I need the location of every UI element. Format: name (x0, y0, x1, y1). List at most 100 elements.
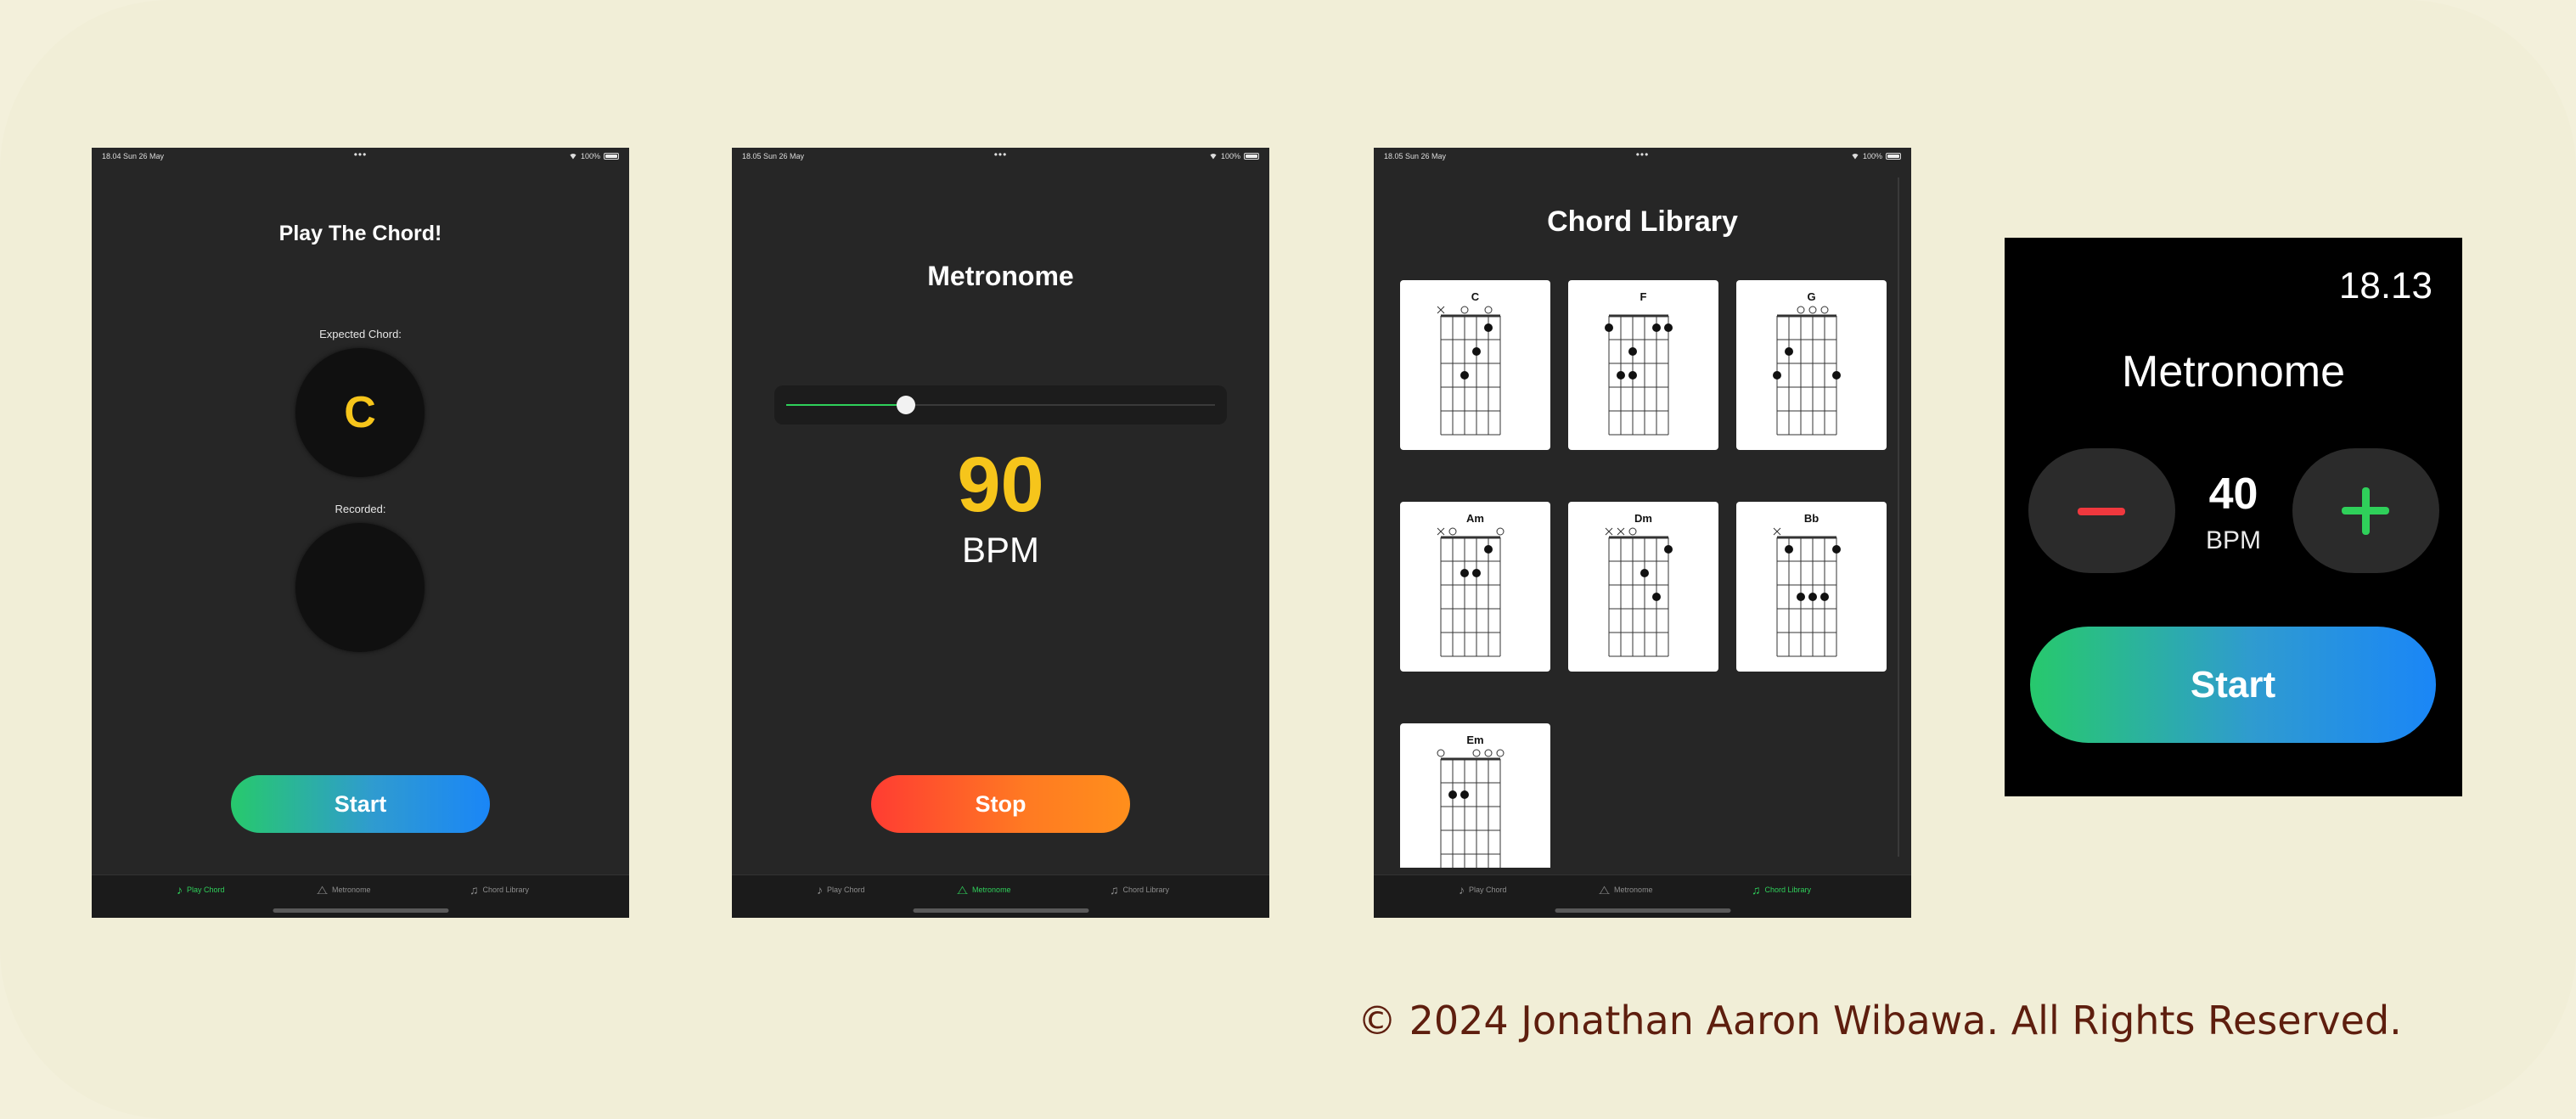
multitask-dots[interactable]: ••• (994, 149, 1008, 160)
bpm-slider-fill (786, 404, 907, 406)
status-right: 100% (1209, 152, 1259, 160)
tab-label: Chord Library (1764, 886, 1812, 894)
tab-play-chord[interactable]: ♪ Play Chord (817, 884, 865, 896)
chord-name: Dm (1634, 512, 1652, 525)
status-bar: 18.05 Sun 26 May ••• 100% (1374, 148, 1911, 166)
home-indicator (273, 908, 448, 913)
bpm-slider-container (774, 385, 1227, 425)
chord-diagram-g (1773, 306, 1841, 436)
battery-icon (1244, 153, 1259, 160)
status-bar: 18.05 Sun 26 May ••• 100% (732, 148, 1269, 166)
tab-chord-library[interactable]: ♫ Chord Library (470, 884, 529, 896)
chord-diagram-dm (1605, 527, 1673, 657)
chord-name: C (1471, 290, 1480, 303)
tab-label: Play Chord (827, 886, 865, 894)
note-icon: ♪ (177, 883, 183, 897)
ipad-screen-chord-library: 18.05 Sun 26 May ••• 100% Chord Library … (1374, 148, 1911, 918)
home-indicator (913, 908, 1088, 913)
wifi-icon (1851, 154, 1859, 160)
recorded-chord-circle (295, 523, 425, 652)
status-time: 18.04 Sun 26 May (102, 152, 165, 160)
tab-play-chord[interactable]: ♪ Play Chord (177, 884, 225, 896)
chord-card-c[interactable]: C (1400, 280, 1550, 450)
battery-percent: 100% (580, 152, 600, 160)
chord-name: Em (1466, 734, 1484, 746)
tab-metronome[interactable]: ⧍ Metronome (957, 884, 1011, 896)
expected-chord-label: Expected Chord: (319, 328, 402, 340)
chord-diagram-f (1605, 314, 1673, 436)
metronome-icon: ⧍ (1599, 883, 1611, 897)
watch-start-button[interactable]: Start (2030, 627, 2436, 743)
page-title: Play The Chord! (278, 222, 442, 245)
tab-label: Metronome (972, 886, 1011, 894)
chord-diagram-am (1437, 527, 1505, 657)
chord-card-g[interactable]: G (1736, 280, 1887, 450)
status-right: 100% (1851, 152, 1901, 160)
watch-title: Metronome (2122, 347, 2345, 396)
chord-card-dm[interactable]: Dm (1568, 502, 1718, 672)
expected-chord-value: C (344, 388, 376, 437)
copyright-text: © 2024 Jonathan Aaron Wibawa. All Rights… (1358, 998, 2402, 1043)
recorded-label: Recorded: (335, 503, 386, 515)
chord-card-bb[interactable]: Bb (1736, 502, 1887, 672)
wifi-icon (1209, 154, 1218, 160)
tab-metronome[interactable]: ⧍ Metronome (317, 884, 371, 896)
home-indicator (1555, 908, 1730, 913)
metronome-icon: ⧍ (317, 883, 329, 897)
note-icon: ♪ (1459, 883, 1465, 897)
chord-card-em[interactable]: Em (1400, 723, 1550, 868)
stop-button[interactable]: Stop (871, 775, 1130, 833)
watch-screen-metronome: 18.13 Metronome 40 BPM Start (2005, 238, 2462, 796)
ipad-screen-play-chord: 18.04 Sun 26 May ••• 100% Play The Chord… (92, 148, 629, 918)
tab-chord-library[interactable]: ♫ Chord Library (1752, 884, 1811, 896)
ipad-screen-metronome: 18.05 Sun 26 May ••• 100% Metronome 90 B… (732, 148, 1269, 918)
multitask-dots[interactable]: ••• (1636, 149, 1650, 160)
watch-time: 18.13 (2338, 265, 2433, 306)
scroll-indicator[interactable] (1898, 177, 1899, 857)
bpm-unit-label: BPM (961, 530, 1039, 570)
battery-icon (604, 153, 619, 160)
tab-play-chord[interactable]: ♪ Play Chord (1459, 884, 1507, 896)
battery-icon (1886, 153, 1901, 160)
chord-card-f[interactable]: F (1568, 280, 1718, 450)
note-icon: ♪ (817, 883, 823, 897)
chord-card-am[interactable]: Am (1400, 502, 1550, 672)
page-title: Metronome (927, 261, 1074, 291)
chord-name: F (1640, 290, 1647, 303)
status-right: 100% (569, 152, 619, 160)
increase-bpm-button[interactable] (2292, 448, 2439, 573)
bpm-slider-track[interactable] (786, 396, 1215, 414)
tab-label: Play Chord (1469, 886, 1507, 894)
tab-chord-library[interactable]: ♫ Chord Library (1110, 884, 1169, 896)
status-bar: 18.04 Sun 26 May ••• 100% (92, 148, 629, 166)
battery-percent: 100% (1862, 152, 1882, 160)
page-title: Chord Library (1547, 205, 1738, 238)
chord-diagram-bb (1773, 527, 1841, 657)
notes-icon: ♫ (1752, 883, 1761, 897)
chord-name: Am (1466, 512, 1484, 525)
battery-percent: 100% (1220, 152, 1240, 160)
tab-label: Chord Library (1122, 886, 1170, 894)
start-button[interactable]: Start (231, 775, 490, 833)
tab-label: Metronome (332, 886, 371, 894)
notes-icon: ♫ (470, 883, 479, 897)
status-time: 18.05 Sun 26 May (742, 152, 805, 160)
tab-metronome[interactable]: ⧍ Metronome (1599, 884, 1653, 896)
plus-icon-vertical (2362, 487, 2370, 535)
bpm-slider-thumb[interactable] (897, 396, 916, 414)
multitask-dots[interactable]: ••• (354, 149, 368, 160)
tab-label: Metronome (1614, 886, 1653, 894)
chord-name: G (1807, 290, 1816, 303)
tab-label: Play Chord (187, 886, 225, 894)
tab-bar: ♪ Play Chord ⧍ Metronome ♫ Chord Library (92, 874, 629, 918)
chord-diagram-em (1437, 749, 1505, 868)
tab-label: Chord Library (482, 886, 530, 894)
status-time: 18.05 Sun 26 May (1384, 152, 1447, 160)
wifi-icon (569, 154, 577, 160)
bpm-value: 90 (957, 441, 1044, 528)
expected-chord-circle: C (295, 348, 425, 477)
chord-diagram-c (1437, 306, 1501, 436)
notes-icon: ♫ (1110, 883, 1119, 897)
chord-name: Bb (1803, 512, 1820, 525)
tab-bar: ♪ Play Chord ⧍ Metronome ♫ Chord Library (1374, 874, 1911, 918)
